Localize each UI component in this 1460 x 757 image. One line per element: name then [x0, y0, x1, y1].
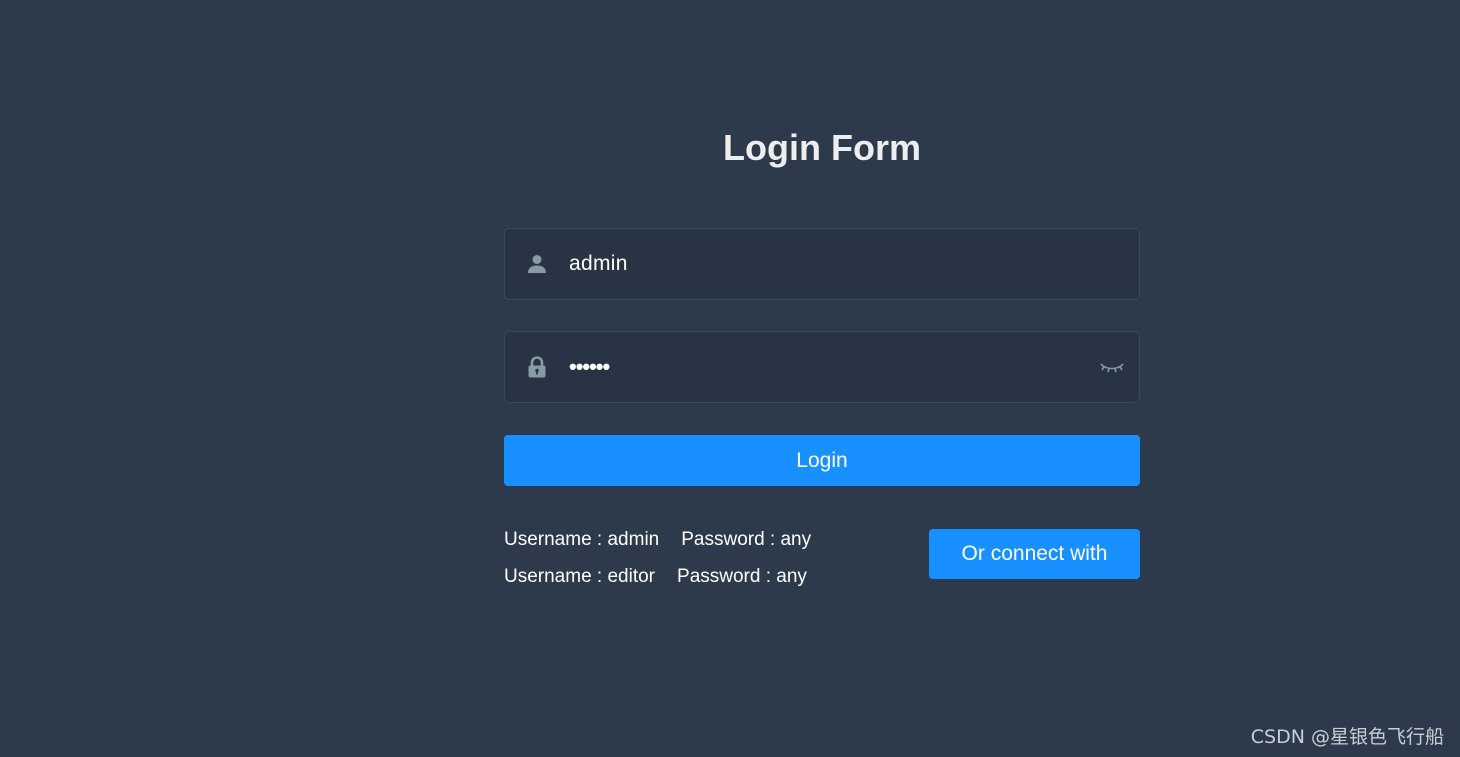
login-button[interactable]: Login [504, 435, 1140, 486]
user-icon [528, 255, 546, 273]
hint-username-label: Username : admin [504, 529, 660, 550]
page-title: Login Form [723, 127, 921, 168]
connect-with-button[interactable]: Or connect with [929, 529, 1140, 579]
watermark: CSDN @星银色飞行船 [1250, 726, 1444, 748]
hint-password-label: Password : any [681, 529, 812, 550]
hint-username-label: Username : editor [504, 566, 656, 587]
password-value[interactable]: •••••• [569, 332, 610, 402]
username-field[interactable]: admin [504, 228, 1140, 300]
credential-hint-admin: Username : admin Password : any [504, 528, 811, 552]
eye-closed-icon[interactable] [1099, 357, 1125, 377]
username-value[interactable]: admin [569, 229, 628, 299]
credential-hint-editor: Username : editor Password : any [504, 565, 807, 589]
hint-password-label: Password : any [677, 566, 807, 587]
lock-icon [528, 356, 546, 378]
password-field[interactable]: •••••• [504, 331, 1140, 403]
